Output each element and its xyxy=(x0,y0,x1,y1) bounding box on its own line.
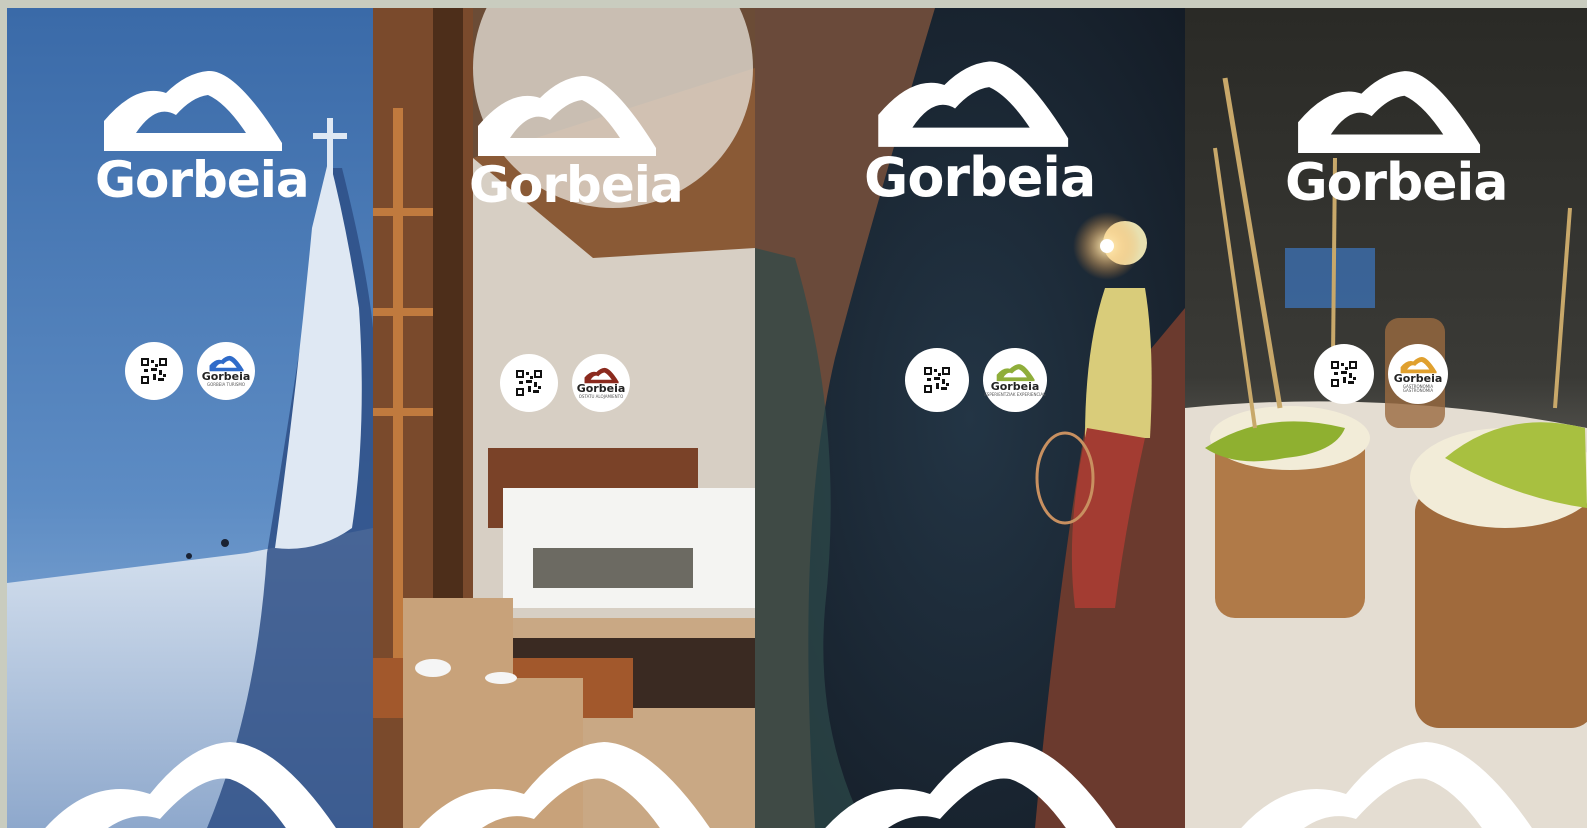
badge-row: Gorbeia GASTRONOMIA GASTRONOMIA xyxy=(1314,344,1448,404)
mountain-logo-icon xyxy=(478,75,656,156)
panel-room: Gorbeia Gorbeia OSTATU ALOJAMIENTO xyxy=(373,8,755,828)
badge-word: Gorbeia xyxy=(201,370,251,384)
brand-badge[interactable]: Gorbeia ESPERIENTZIAK EXPERIENCIAS xyxy=(983,348,1047,412)
bottom-mountain-icon xyxy=(45,742,336,828)
badge-word: Gorbeia xyxy=(990,380,1040,394)
bottom-mountain-icon xyxy=(825,742,1116,828)
wordmark: Gorbeia xyxy=(864,146,1096,209)
badge-row: Gorbeia OSTATU ALOJAMIENTO xyxy=(500,354,630,412)
wordmark: Gorbeia xyxy=(1285,153,1508,213)
qr-badge[interactable] xyxy=(500,354,558,412)
mountain-logo-icon xyxy=(1298,71,1481,153)
gorbeia-logo: Gorbeia xyxy=(1285,63,1508,213)
mountain-logo-icon xyxy=(104,70,282,151)
brand-badge[interactable]: Gorbeia GORBEIA TURISMO xyxy=(197,342,255,400)
qr-badge[interactable] xyxy=(1314,344,1374,404)
gorbeia-logo: Gorbeia xyxy=(95,63,310,209)
brand-badge[interactable]: Gorbeia OSTATU ALOJAMIENTO xyxy=(572,354,630,412)
mountain-badge-icon xyxy=(996,364,1035,382)
qr-code-icon xyxy=(1331,361,1357,387)
badge-sub: GORBEIA TURISMO xyxy=(207,382,245,388)
bottom-mountain-icon xyxy=(1241,742,1532,828)
badge-sub: GASTRONOMIA GASTRONOMIA xyxy=(1402,383,1434,393)
banner-strip: Gorbeia Gorbeia GORBEIA TURISMO Gorbeia … xyxy=(7,8,1587,828)
badge-sub: OSTATU ALOJAMIENTO xyxy=(578,394,624,400)
gorbeia-logo: Gorbeia xyxy=(469,68,684,214)
gorbeia-logo: Gorbeia xyxy=(864,53,1096,209)
mountain-badge-icon xyxy=(1400,356,1437,373)
badge-word: Gorbeia xyxy=(1393,371,1443,385)
qr-code-icon xyxy=(516,370,542,396)
wordmark: Gorbeia xyxy=(469,156,684,214)
badge-row: Gorbeia ESPERIENTZIAK EXPERIENCIAS xyxy=(905,348,1047,412)
badge-word: Gorbeia xyxy=(576,382,626,396)
qr-badge[interactable] xyxy=(125,342,183,400)
brand-badge[interactable]: Gorbeia GASTRONOMIA GASTRONOMIA xyxy=(1388,344,1448,404)
wordmark: Gorbeia xyxy=(95,151,310,209)
panel-food: Gorbeia Gorbeia GASTRONOMIA GASTRONOMIA xyxy=(1185,8,1587,828)
bottom-mountain-icon xyxy=(419,742,710,828)
panel-cave: Gorbeia Gorbeia ESPERIENTZIAK EXPERIENCI… xyxy=(755,8,1185,828)
badge-sub: ESPERIENTZIAK EXPERIENCIAS xyxy=(984,392,1046,398)
panel-snow: Gorbeia Gorbeia GORBEIA TURISMO xyxy=(7,8,373,828)
qr-code-icon xyxy=(924,367,950,393)
qr-code-icon xyxy=(141,358,167,384)
qr-badge[interactable] xyxy=(905,348,969,412)
badge-row: Gorbeia GORBEIA TURISMO xyxy=(125,342,255,400)
mountain-logo-icon xyxy=(878,61,1069,147)
